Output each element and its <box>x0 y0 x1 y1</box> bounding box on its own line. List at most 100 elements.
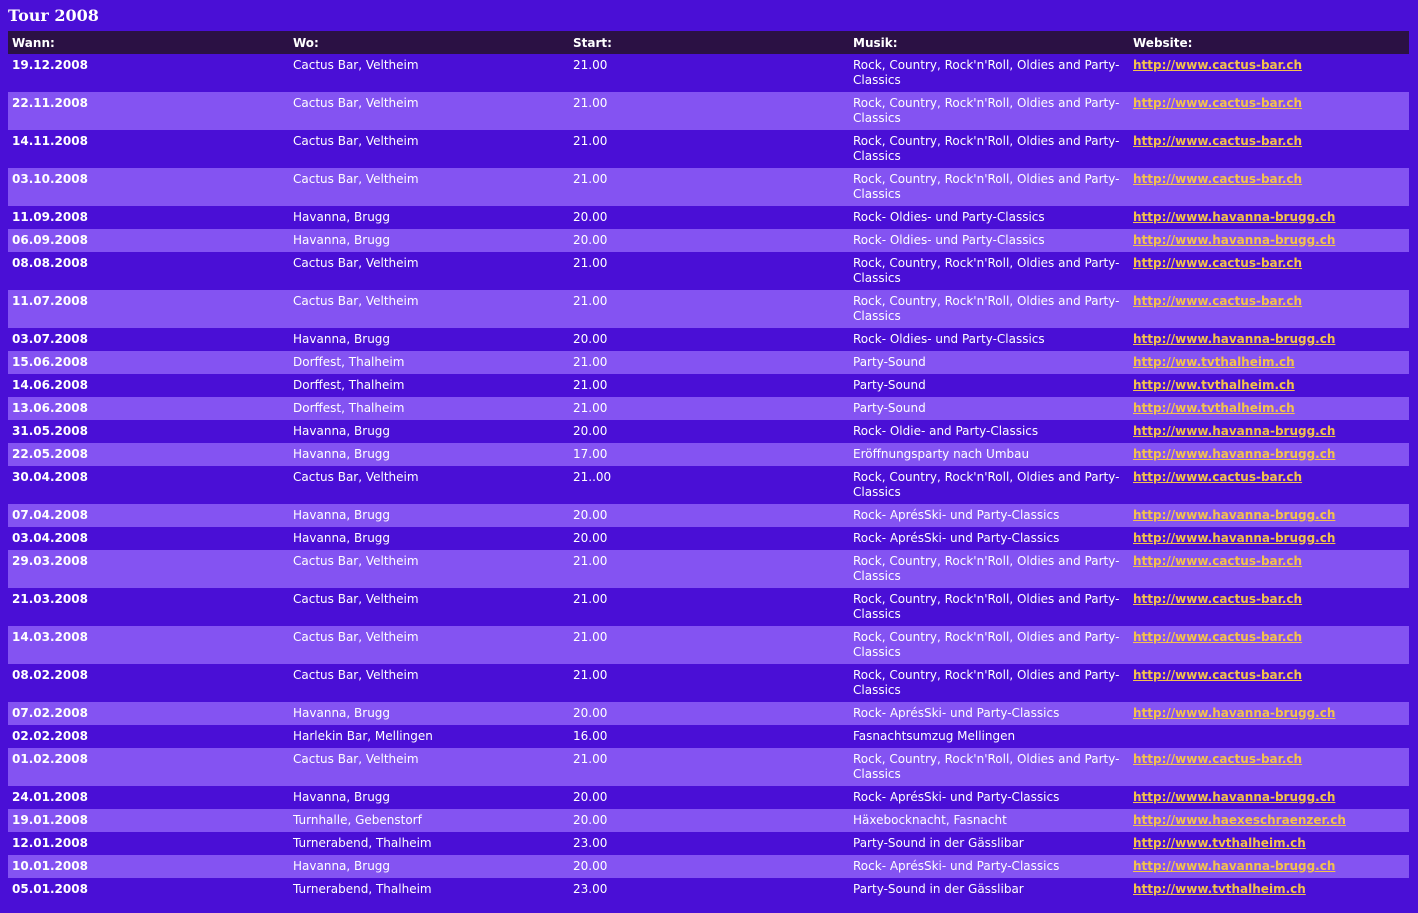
website-link[interactable]: http://www.tvthalheim.ch <box>1133 882 1306 896</box>
start-time-cell: 20.00 <box>573 706 608 720</box>
website-link[interactable]: http://www.cactus-bar.ch <box>1133 96 1302 110</box>
table-row: 05.01.2008 Turnerabend, Thalheim 23.00 Part… <box>8 878 1409 901</box>
website-link[interactable]: http://www.cactus-bar.ch <box>1133 172 1302 186</box>
venue-cell: Havanna, Brugg <box>293 508 391 522</box>
date-cell: 11.09.2008 <box>12 210 88 224</box>
website-cell: http://www.havanna-brugg.ch <box>1129 206 1409 229</box>
website-link[interactable]: http://www.havanna-brugg.ch <box>1133 508 1335 522</box>
music-cell: Rock- Oldies- und Party-Classics <box>853 332 1045 346</box>
music-cell: Rock- Oldies- und Party-Classics <box>853 233 1045 247</box>
table-row: 24.01.2008 Havanna, Brugg 20.00 Rock- Aprés… <box>8 786 1409 809</box>
date-cell: 08.02.2008 <box>12 668 88 682</box>
music-cell: Rock, Country, Rock'n'Roll, Oldies and P… <box>853 592 1120 621</box>
music-cell: Rock, Country, Rock'n'Roll, Oldies and P… <box>853 752 1120 781</box>
music-cell: Rock, Country, Rock'n'Roll, Oldies and P… <box>853 256 1120 285</box>
start-time-cell: 21.00 <box>573 668 608 682</box>
start-time-cell: 20.00 <box>573 508 608 522</box>
website-link[interactable]: http://www.cactus-bar.ch <box>1133 294 1302 308</box>
column-header-website: Website: <box>1133 35 1193 50</box>
table-row: 08.08.2008 Cactus Bar, Veltheim 21.00 Rock,… <box>8 252 1409 290</box>
page: Tour 2008 Wann: Wo: Start: Musik: Websit… <box>0 0 1418 913</box>
date-cell: 02.02.2008 <box>12 729 88 743</box>
website-link[interactable]: http://www.cactus-bar.ch <box>1133 668 1302 682</box>
start-time-cell: 21.00 <box>573 294 608 308</box>
date-cell: 13.06.2008 <box>12 401 88 415</box>
date-cell: 03.10.2008 <box>12 172 88 186</box>
website-link[interactable]: http://www.havanna-brugg.ch <box>1133 447 1335 461</box>
start-time-cell: 21.00 <box>573 554 608 568</box>
venue-cell: Cactus Bar, Veltheim <box>293 554 419 568</box>
venue-cell: Cactus Bar, Veltheim <box>293 668 419 682</box>
music-cell: Rock- AprésSki- und Party-Classics <box>853 531 1060 545</box>
music-cell: Rock, Country, Rock'n'Roll, Oldies and P… <box>853 470 1120 499</box>
website-link[interactable]: http://www.cactus-bar.ch <box>1133 592 1302 606</box>
venue-cell: Havanna, Brugg <box>293 424 391 438</box>
table-row: 06.09.2008 Havanna, Brugg 20.00 Rock- Oldie… <box>8 229 1409 252</box>
venue-cell: Cactus Bar, Veltheim <box>293 752 419 766</box>
start-time-cell: 21.00 <box>573 752 608 766</box>
start-time-cell: 21..00 <box>573 470 612 484</box>
venue-cell: Havanna, Brugg <box>293 233 391 247</box>
start-time-cell: 20.00 <box>573 424 608 438</box>
date-cell: 29.03.2008 <box>12 554 88 568</box>
table-row: 07.02.2008 Havanna, Brugg 20.00 Rock- Aprés… <box>8 702 1409 725</box>
start-time-cell: 21.00 <box>573 256 608 270</box>
date-cell: 11.07.2008 <box>12 294 88 308</box>
start-time-cell: 21.00 <box>573 58 608 72</box>
website-link[interactable]: http://www.havanna-brugg.ch <box>1133 424 1335 438</box>
music-cell: Rock- AprésSki- und Party-Classics <box>853 859 1060 873</box>
venue-cell: Cactus Bar, Veltheim <box>293 294 419 308</box>
table-row: 19.01.2008 Turnhalle, Gebenstorf 20.00 Häxe… <box>8 809 1409 832</box>
venue-cell: Havanna, Brugg <box>293 706 391 720</box>
column-header-start: Start: <box>573 35 612 50</box>
website-link[interactable]: http://www.havanna-brugg.ch <box>1133 531 1335 545</box>
date-cell: 22.11.2008 <box>12 96 88 110</box>
table-row: 02.02.2008 Harlekin Bar, Mellingen 16.00 Fa… <box>8 725 1409 748</box>
website-link[interactable]: http://www.cactus-bar.ch <box>1133 134 1302 148</box>
start-time-cell: 21.00 <box>573 401 608 415</box>
website-cell: http://www.cactus-bar.ch <box>1129 92 1409 130</box>
table-row: 21.03.2008 Cactus Bar, Veltheim 21.00 Rock,… <box>8 588 1409 626</box>
website-link[interactable]: http://www.cactus-bar.ch <box>1133 630 1302 644</box>
website-link[interactable]: http://ww.tvthalheim.ch <box>1133 355 1295 369</box>
website-link[interactable]: http://www.cactus-bar.ch <box>1133 256 1302 270</box>
website-link[interactable]: http://www.haexeschraenzer.ch <box>1133 813 1346 827</box>
website-link[interactable]: http://www.cactus-bar.ch <box>1133 470 1302 484</box>
venue-cell: Havanna, Brugg <box>293 210 391 224</box>
website-link[interactable]: http://www.havanna-brugg.ch <box>1133 706 1335 720</box>
website-link[interactable]: http://www.havanna-brugg.ch <box>1133 790 1335 804</box>
date-cell: 19.01.2008 <box>12 813 88 827</box>
website-link[interactable]: http://www.havanna-brugg.ch <box>1133 210 1335 224</box>
music-cell: Rock, Country, Rock'n'Roll, Oldies and P… <box>853 630 1120 659</box>
music-cell: Rock- AprésSki- und Party-Classics <box>853 790 1060 804</box>
table-row: 08.02.2008 Cactus Bar, Veltheim 21.00 Rock,… <box>8 664 1409 702</box>
website-link[interactable]: http://www.cactus-bar.ch <box>1133 554 1302 568</box>
music-cell: Rock, Country, Rock'n'Roll, Oldies and P… <box>853 58 1120 87</box>
column-header-music: Musik: <box>853 35 898 50</box>
website-link[interactable]: http://www.havanna-brugg.ch <box>1133 332 1335 346</box>
start-time-cell: 23.00 <box>573 836 608 850</box>
start-time-cell: 20.00 <box>573 813 608 827</box>
website-cell: http://www.havanna-brugg.ch <box>1129 328 1409 351</box>
start-time-cell: 21.00 <box>573 630 608 644</box>
venue-cell: Cactus Bar, Veltheim <box>293 96 419 110</box>
website-cell: http://ww.tvthalheim.ch <box>1129 374 1409 397</box>
start-time-cell: 20.00 <box>573 790 608 804</box>
venue-cell: Dorffest, Thalheim <box>293 378 405 392</box>
date-cell: 08.08.2008 <box>12 256 88 270</box>
website-link[interactable]: http://www.cactus-bar.ch <box>1133 58 1302 72</box>
date-cell: 01.02.2008 <box>12 752 88 766</box>
table-row: 30.04.2008 Cactus Bar, Veltheim 21..00 Rock… <box>8 466 1409 504</box>
website-link[interactable]: http://www.cactus-bar.ch <box>1133 752 1302 766</box>
website-link[interactable]: http://ww.tvthalheim.ch <box>1133 378 1295 392</box>
website-cell: http://ww.tvthalheim.ch <box>1129 351 1409 374</box>
venue-cell: Cactus Bar, Veltheim <box>293 592 419 606</box>
website-link[interactable]: http://www.havanna-brugg.ch <box>1133 233 1335 247</box>
website-link[interactable]: http://www.havanna-brugg.ch <box>1133 859 1335 873</box>
music-cell: Rock, Country, Rock'n'Roll, Oldies and P… <box>853 134 1120 163</box>
website-cell: http://www.cactus-bar.ch <box>1129 168 1409 206</box>
website-link[interactable]: http://ww.tvthalheim.ch <box>1133 401 1295 415</box>
website-cell: http://www.cactus-bar.ch <box>1129 664 1409 702</box>
website-cell: http://www.cactus-bar.ch <box>1129 54 1409 92</box>
website-link[interactable]: http://www.tvthalheim.ch <box>1133 836 1306 850</box>
